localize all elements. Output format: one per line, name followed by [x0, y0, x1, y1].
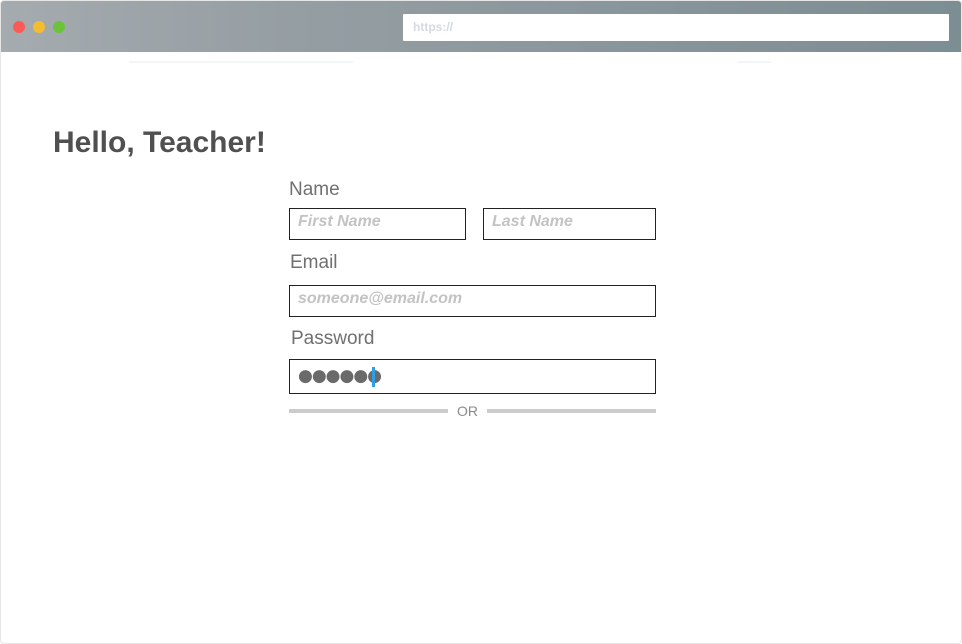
- faint-divider: [129, 61, 353, 63]
- password-masked-value: ●●●●●●: [298, 366, 382, 386]
- password-input[interactable]: ●●●●●●: [289, 359, 656, 394]
- first-name-input[interactable]: [289, 208, 466, 240]
- or-divider-label: OR: [457, 403, 478, 419]
- close-window-icon[interactable]: [13, 21, 25, 33]
- email-input[interactable]: [289, 285, 656, 317]
- text-cursor: [372, 367, 375, 387]
- or-divider-right: [487, 409, 656, 413]
- page-title: Hello, Teacher!: [53, 126, 266, 159]
- email-label: Email: [290, 252, 338, 273]
- faint-divider: [737, 61, 771, 63]
- browser-titlebar: https://: [1, 1, 961, 52]
- last-name-input[interactable]: [483, 208, 656, 240]
- name-label: Name: [289, 179, 340, 200]
- address-bar[interactable]: https://: [403, 14, 949, 41]
- password-label: Password: [291, 328, 375, 349]
- or-divider-left: [289, 409, 448, 413]
- maximize-window-icon[interactable]: [53, 21, 65, 33]
- browser-window: https:// Hello, Teacher! Name Email Pass…: [0, 0, 962, 644]
- minimize-window-icon[interactable]: [33, 21, 45, 33]
